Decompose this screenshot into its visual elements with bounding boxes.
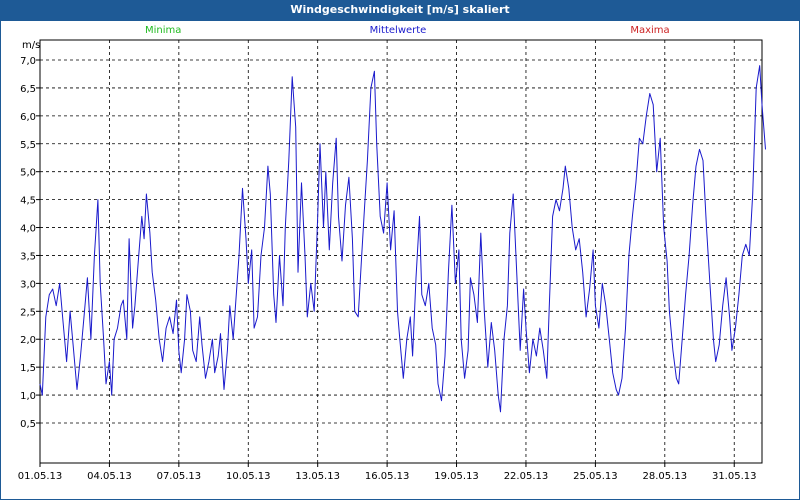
x-tick-label: 13.05.13 [295,471,340,482]
y-tick-label: 3,0 [20,279,36,290]
x-tick-label: 10.05.13 [226,471,271,482]
x-tick-label: 01.05.13 [18,471,63,482]
y-tick-label: 1,0 [20,391,36,402]
y-tick-label: 6,5 [20,84,36,95]
y-tick-label: 0,5 [20,419,36,430]
wind-speed-chart: 0,5 1,0 1,5 2,0 2,5 3,0 3,5 4,0 4,5 5,0 5,5 6,0 6,5 7… [18,25,766,482]
plot-area-border [39,39,763,464]
y-tick-label: 5,0 [20,168,36,179]
x-tick-label: 16.05.13 [365,471,410,482]
grid [39,40,762,463]
x-tick-label: 28.05.13 [643,471,688,482]
data-series [39,65,766,413]
legend-minima: Minima [145,25,181,36]
x-tick-label: 19.05.13 [434,471,479,482]
series-line-mittelwerte [39,65,766,413]
x-tick-label: 31.05.13 [712,471,757,482]
chart-title: Windgeschwindigkeit [m/s] skaliert [0,0,800,20]
y-tick-label: 2,5 [20,307,36,318]
x-tick-label: 25.05.13 [573,471,618,482]
y-tick-label: 6,0 [20,112,36,123]
y-axis-unit: m/s [22,40,40,51]
y-tick-label: 1,5 [20,363,36,374]
y-tick-label: 4,5 [20,196,36,207]
y-tick-labels: 0,5 1,0 1,5 2,0 2,5 3,0 3,5 4,0 4,5 5,0 5,5 6,0 6,5 7… [20,56,36,430]
y-tick-label: 3,5 [20,251,36,262]
x-tick-label: 04.05.13 [87,471,132,482]
x-tick-label: 07.05.13 [157,471,202,482]
y-tick-label: 2,0 [20,335,36,346]
legend-maxima: Maxima [630,25,669,36]
legend-mittelwerte: Mittelwerte [370,25,427,36]
y-tick-label: 7,0 [20,56,36,67]
y-tick-label: 5,5 [20,140,36,151]
y-tick-label: 4,0 [20,224,36,235]
x-tick-label: 22.05.13 [504,471,549,482]
x-tick-labels: 01.05.13 04.05.13 07.05.13 10.05.13 13.05.13… [18,471,757,482]
